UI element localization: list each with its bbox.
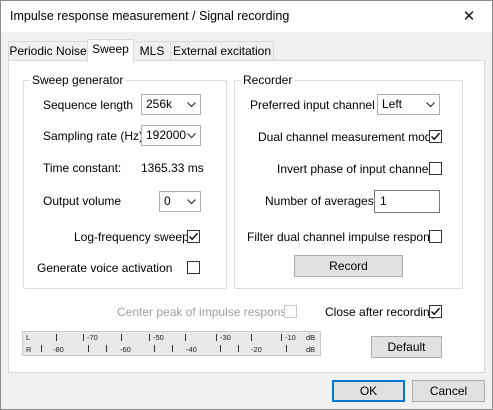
filter-dual-label: Filter dual channel impulse response xyxy=(247,230,443,244)
tab-periodic-noise[interactable]: Periodic Noise xyxy=(8,41,88,61)
tab-external-excitation[interactable]: External excitation xyxy=(170,41,274,61)
sequence-length-select[interactable]: 256k xyxy=(141,94,201,115)
sampling-rate-value: 192000 xyxy=(146,128,187,142)
checkmark-icon xyxy=(189,232,199,241)
close-icon: ✕ xyxy=(462,8,476,25)
level-meter: L -70 -50 -30 -10 dB R -80 -60 -40 -20 d… xyxy=(22,331,321,356)
voice-activation-label: Generate voice activation xyxy=(37,261,173,275)
time-constant-label: Time constant: xyxy=(43,161,122,175)
meter-scale-label: -50 xyxy=(153,333,164,342)
meter-scale-label: -10 xyxy=(285,333,296,342)
meter-unit-label: dB xyxy=(306,333,316,342)
time-constant-value: 1365.33 ms xyxy=(141,161,204,175)
meter-tick xyxy=(106,345,107,352)
meter-unit-label: dB xyxy=(306,345,316,354)
sampling-rate-label: Sampling rate (Hz) xyxy=(43,129,144,143)
meter-tick xyxy=(56,334,57,341)
tab-sweep[interactable]: Sweep xyxy=(87,39,134,62)
ok-button[interactable]: OK xyxy=(332,380,405,402)
meter-scale-label: -40 xyxy=(186,345,197,354)
cancel-button[interactable]: Cancel xyxy=(412,380,485,402)
checkmark-icon xyxy=(431,307,441,316)
chevron-down-icon xyxy=(187,199,196,205)
meter-scale-label: -60 xyxy=(120,345,131,354)
meter-tick xyxy=(251,334,252,341)
close-after-recording-checkbox[interactable] xyxy=(429,305,442,318)
sampling-rate-select[interactable]: 192000 xyxy=(141,125,201,146)
filter-dual-checkbox[interactable] xyxy=(429,230,442,243)
preferred-input-value: Left xyxy=(382,97,403,111)
invert-phase-label: Invert phase of input channel xyxy=(277,162,432,176)
sweep-generator-group: Sweep generator Sequence length 256k Sam… xyxy=(23,73,227,289)
invert-phase-checkbox[interactable] xyxy=(429,162,442,175)
center-peak-label: Center peak of impulse response xyxy=(117,305,294,319)
meter-tick xyxy=(83,334,84,341)
default-button[interactable]: Default xyxy=(371,336,442,358)
tab-strip: Periodic Noise Sweep MLS External excita… xyxy=(1,39,492,62)
averages-label: Number of averages xyxy=(265,194,374,208)
meter-tick xyxy=(149,334,150,341)
meter-tick xyxy=(286,345,287,352)
preferred-input-select[interactable]: Left xyxy=(377,94,440,115)
output-volume-value: 0 xyxy=(164,194,171,208)
channel-right-label: R xyxy=(26,345,32,354)
checkmark-icon xyxy=(431,132,441,141)
meter-tick xyxy=(121,334,122,341)
center-peak-checkbox[interactable] xyxy=(284,305,297,318)
meter-tick xyxy=(41,345,42,352)
sequence-length-value: 256k xyxy=(146,97,173,111)
record-button[interactable]: Record xyxy=(294,255,403,277)
meter-tick xyxy=(220,345,221,352)
preferred-input-label: Preferred input channel xyxy=(250,98,375,112)
meter-scale-label: -70 xyxy=(87,333,98,342)
chevron-down-icon xyxy=(187,133,196,139)
averages-input[interactable]: 1 xyxy=(374,190,440,213)
tab-mls[interactable]: MLS xyxy=(133,41,171,61)
dialog-window: Impulse response measurement / Signal re… xyxy=(0,0,493,410)
tab-panel-sweep: Sweep generator Sequence length 256k Sam… xyxy=(8,60,485,373)
meter-tick xyxy=(216,334,217,341)
dual-channel-checkbox[interactable] xyxy=(429,130,442,143)
meter-tick xyxy=(154,345,155,352)
level-meter-left-row: L -70 -50 -30 -10 dB xyxy=(23,333,320,344)
close-after-recording-label: Close after recording xyxy=(325,305,437,319)
meter-scale-label: -30 xyxy=(220,333,231,342)
recorder-group: Recorder Preferred input channel Left Du… xyxy=(234,73,463,289)
title-bar: Impulse response measurement / Signal re… xyxy=(1,1,492,32)
log-frequency-sweep-checkbox[interactable] xyxy=(187,230,200,243)
meter-tick xyxy=(172,345,173,352)
meter-tick xyxy=(281,334,282,341)
meter-tick xyxy=(185,334,186,341)
sequence-length-label: Sequence length xyxy=(43,98,134,112)
meter-scale-label: -20 xyxy=(251,345,262,354)
voice-activation-checkbox[interactable] xyxy=(187,261,200,274)
meter-scale-label: -80 xyxy=(53,345,64,354)
meter-tick xyxy=(88,345,89,352)
chevron-down-icon xyxy=(426,102,435,108)
chevron-down-icon xyxy=(187,102,196,108)
dual-channel-label: Dual channel measurement mode xyxy=(258,130,439,144)
log-frequency-sweep-label: Log-frequency sweep xyxy=(74,230,189,244)
channel-left-label: L xyxy=(26,333,31,342)
level-meter-right-row: R -80 -60 -40 -20 dB xyxy=(23,344,320,355)
close-button[interactable]: ✕ xyxy=(446,1,492,32)
sweep-generator-title: Sweep generator xyxy=(30,73,126,87)
recorder-title: Recorder xyxy=(241,73,295,87)
window-title: Impulse response measurement / Signal re… xyxy=(10,9,290,23)
meter-tick xyxy=(238,345,239,352)
output-volume-select[interactable]: 0 xyxy=(159,191,201,212)
output-volume-label: Output volume xyxy=(43,194,122,208)
